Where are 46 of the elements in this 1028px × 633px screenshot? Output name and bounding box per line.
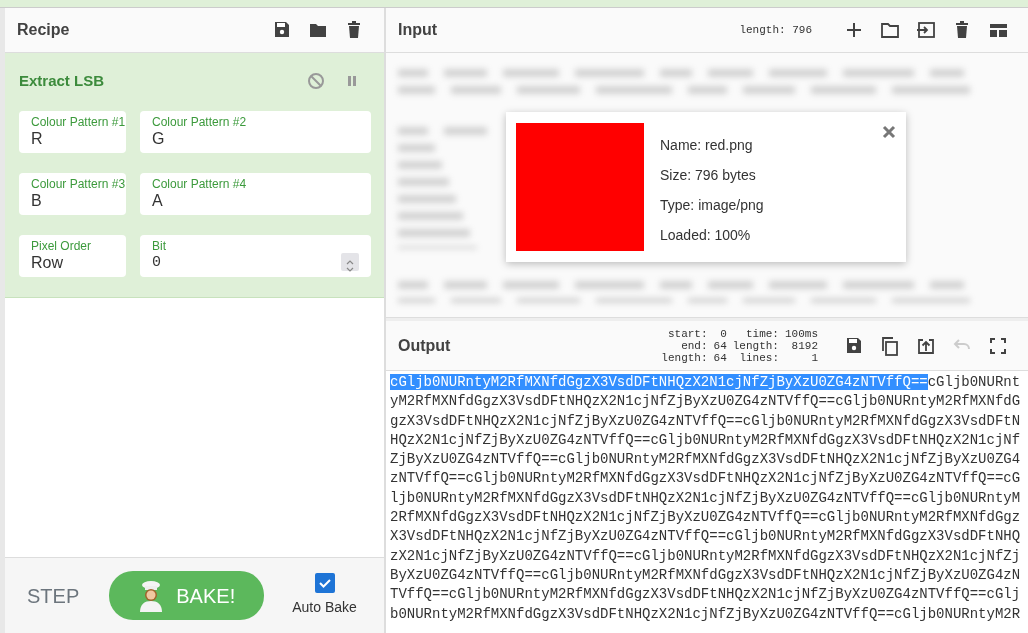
field-value: R (31, 129, 44, 149)
field-value: 0 (152, 253, 162, 273)
input-field[interactable]: Colour Pattern #3 B (19, 173, 126, 215)
stat-label: time: (744, 327, 779, 340)
stat-value: 1 (810, 351, 818, 364)
file-size: Size: 796 bytes (660, 166, 757, 185)
panel-title: Input (398, 20, 438, 40)
check-icon (317, 576, 332, 590)
stat-value: 100ms (785, 327, 818, 340)
stat-label: length: (661, 351, 708, 364)
stat-value: 64 (713, 351, 727, 364)
field-value: G (152, 129, 166, 149)
operation-name: Extract LSB (19, 70, 105, 91)
field-label: Colour Pattern #3 (31, 177, 126, 191)
field-label: Colour Pattern #1 (31, 115, 126, 129)
spinner-icon[interactable] (341, 253, 359, 271)
stat-value: 0 (719, 327, 727, 340)
chef-icon (138, 579, 165, 612)
file-type: Type: image/png (660, 196, 764, 215)
stat-label: lines: (738, 351, 779, 364)
field-value: Row (31, 253, 64, 273)
field-value: A (152, 191, 164, 211)
stat-value: 8192 (790, 339, 818, 352)
field-label: Bit (152, 239, 167, 253)
input-field[interactable]: Bit 0 (140, 235, 371, 277)
step-button[interactable]: STEP (17, 580, 90, 611)
length-label: length: 796 (739, 22, 812, 38)
output-text: cGljb0NURntyM2RfMXNfdGgzX3VsdDFtNHQzX2N1cjNfZjByXzU0ZG4zNTVffQ==cGljb0NURnt yM2RfMXNfdGgzX3VsdDFtNHQzX2N1cjNfZjByXzU0ZG4zNTVffQ==cGljb0NURntyM2RfMXNfdG gzX3VsdDFtNHQzX2N1cjNfZjByXzU0ZG4zNTVffQ==cGljb0NURntyM2RfMXNfdGgzX3VsdDFtN HQzX2N1cjNfZjByXzU0ZG4zNTVffQ==cGljb0NURntyM2RfMXNfdGgzX3VsdDFtNHQzX2N1cjNf ZjByXzU0ZG4zNTVffQ==cGljb0NURntyM2RfMXNfdGgzX3VsdDFtNHQzX2N1cjNfZjByXzU0ZG4 zNTVffQ==cGljb0NURntyM2RfMXNfdGgzX3VsdDFtNHQzX2N1cjNfZjByXzU0ZG4zNTVffQ==cG ljb0NURntyM2RfMXNfdGgzX3VsdDFtNHQzX2N1cjNfZjByXzU0ZG4zNTVffQ==cGljb0NURntyM 2RfMXNfdGgzX3VsdDFtNHQzX2N1cjNfZjByXzU0ZG4zNTVffQ==cGljb0NURntyM2RfMXNfdGgz X3VsdDFtNHQzX2N1cjNfZjByXzU0ZG4zNTVffQ==cGljb0NURntyM2RfMXNfdGgzX3VsdDFtNHQ zX2N1cjNfZjByXzU0ZG4zNTVffQ==cGljb0NURntyM2RfMXNfdGgzX3VsdDFtNHQzX2N1cjNfZj ByXzU0ZG4zNTVffQ==cGljb0NURntyM2RfMXNfdGgzX3VsdDFtNHQzX2N1cjNfZjByXzU0ZG4zN TVffQ==cGljb0NURntyM2RfMXNfdGgzX3VsdDFtNHQzX2N1cjNfZjByXzU0ZG4zNTVffQ==cGlj b0NURntyM2RfMXNfdGgzX3VsdDFtNHQzX2N1cjNfZjByXzU0ZG4zNTVffQ==cGljb0NURntyM2R (389, 373, 1022, 624)
input-field[interactable]: Colour Pattern #2 G (140, 111, 371, 153)
file-name: Name: red.png (660, 136, 754, 155)
field-label: Colour Pattern #2 (152, 115, 248, 129)
panel-title: Recipe (17, 20, 70, 40)
field-label: Pixel Order (31, 239, 93, 253)
file-loaded: Loaded: 100% (660, 226, 752, 245)
input-field[interactable]: Pixel Order Row (19, 235, 126, 277)
checkbox-label: Auto Bake (292, 598, 357, 617)
auto-bake-checkbox[interactable] (314, 573, 335, 593)
stat-label: end: (680, 339, 708, 352)
panel-title: Output (398, 335, 451, 356)
input-field[interactable]: Colour Pattern #1 R (19, 111, 126, 153)
field-value: B (31, 191, 43, 211)
input-field[interactable]: Colour Pattern #4 A (140, 173, 371, 215)
stat-label: start: (666, 327, 708, 340)
field-label: Colour Pattern #4 (152, 177, 248, 191)
stat-label: length: (732, 339, 779, 352)
stat-value: 64 (713, 339, 727, 352)
